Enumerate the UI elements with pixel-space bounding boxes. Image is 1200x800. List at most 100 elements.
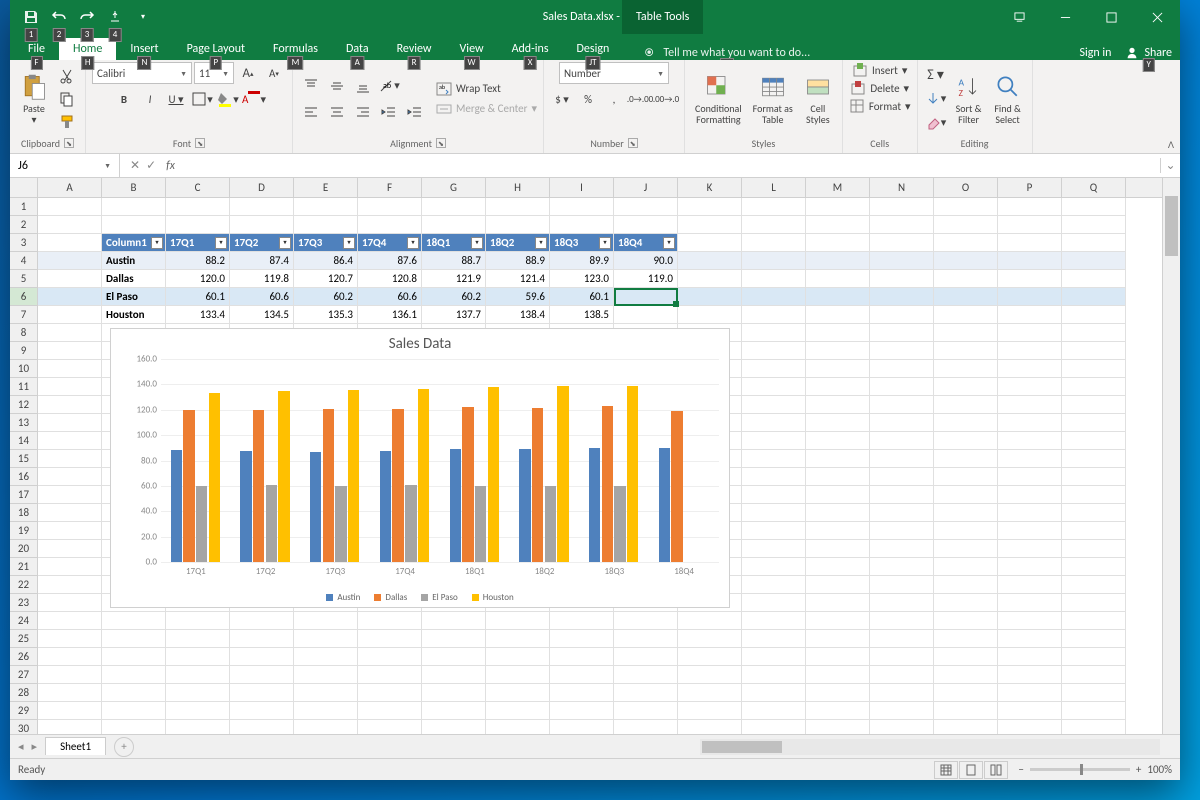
cell[interactable]: [870, 666, 934, 684]
tab-review[interactable]: ReviewR: [383, 38, 446, 60]
cell[interactable]: 120.7: [294, 270, 358, 288]
filter-icon[interactable]: ▾: [407, 237, 419, 249]
cell[interactable]: [870, 342, 934, 360]
cell[interactable]: 60.2: [422, 288, 486, 306]
tab-page-layout[interactable]: Page LayoutP: [173, 38, 259, 60]
cell[interactable]: [806, 468, 870, 486]
cell[interactable]: [166, 720, 230, 734]
cell[interactable]: [614, 288, 678, 306]
format-as-table-button[interactable]: Format as Table: [749, 64, 797, 134]
cell[interactable]: [38, 486, 102, 504]
cell[interactable]: [678, 720, 742, 734]
cell[interactable]: [38, 432, 102, 450]
cell[interactable]: [678, 234, 742, 252]
cell[interactable]: [998, 450, 1062, 468]
cell[interactable]: [806, 342, 870, 360]
cell[interactable]: [998, 342, 1062, 360]
cell[interactable]: [934, 198, 998, 216]
cell[interactable]: [934, 342, 998, 360]
cell[interactable]: [614, 720, 678, 734]
row-header[interactable]: 2: [10, 216, 37, 234]
cell[interactable]: [38, 324, 102, 342]
cell[interactable]: [550, 612, 614, 630]
cell[interactable]: [934, 288, 998, 306]
view-page-break-icon[interactable]: [984, 761, 1008, 779]
zoom-slider[interactable]: [1030, 768, 1130, 771]
formula-input[interactable]: [183, 154, 1160, 177]
cell[interactable]: [742, 396, 806, 414]
cell[interactable]: [422, 198, 486, 216]
cell[interactable]: [806, 630, 870, 648]
cell[interactable]: [678, 666, 742, 684]
cell[interactable]: 120.8: [358, 270, 422, 288]
cell[interactable]: [870, 270, 934, 288]
cell[interactable]: 138.4: [486, 306, 550, 324]
cell[interactable]: [742, 702, 806, 720]
cell[interactable]: [614, 684, 678, 702]
column-header[interactable]: A: [38, 178, 102, 197]
row-header[interactable]: 4: [10, 252, 37, 270]
sheet-tab-sheet1[interactable]: Sheet1: [45, 737, 106, 755]
cell[interactable]: [998, 396, 1062, 414]
cell[interactable]: [294, 702, 358, 720]
underline-button[interactable]: U ▾: [164, 88, 188, 110]
cell[interactable]: [934, 252, 998, 270]
cell[interactable]: 119.0: [614, 270, 678, 288]
cell[interactable]: [742, 558, 806, 576]
cell[interactable]: [934, 414, 998, 432]
cell[interactable]: [742, 576, 806, 594]
cell[interactable]: [934, 324, 998, 342]
cell[interactable]: [166, 666, 230, 684]
row-header[interactable]: 28: [10, 684, 37, 702]
cell[interactable]: [166, 684, 230, 702]
cell[interactable]: 86.4: [294, 252, 358, 270]
cell[interactable]: 60.1: [550, 288, 614, 306]
cell[interactable]: [870, 378, 934, 396]
cell[interactable]: 119.8: [230, 270, 294, 288]
cell[interactable]: [806, 288, 870, 306]
cell[interactable]: [294, 648, 358, 666]
cell[interactable]: [998, 234, 1062, 252]
filter-icon[interactable]: ▾: [663, 237, 675, 249]
cell[interactable]: 18Q1▾: [422, 234, 486, 252]
cell[interactable]: [806, 540, 870, 558]
cell[interactable]: [1062, 558, 1126, 576]
cell[interactable]: 18Q3▾: [550, 234, 614, 252]
cell[interactable]: [614, 666, 678, 684]
cell[interactable]: [294, 216, 358, 234]
cell[interactable]: [870, 360, 934, 378]
cell[interactable]: [1062, 306, 1126, 324]
cell[interactable]: [678, 270, 742, 288]
cell[interactable]: [38, 378, 102, 396]
cell[interactable]: [1062, 594, 1126, 612]
row-header[interactable]: 26: [10, 648, 37, 666]
cell[interactable]: [934, 432, 998, 450]
cell[interactable]: [742, 270, 806, 288]
cell[interactable]: [550, 216, 614, 234]
column-header[interactable]: M: [806, 178, 870, 197]
filter-icon[interactable]: ▾: [215, 237, 227, 249]
cell[interactable]: [934, 630, 998, 648]
row-header[interactable]: 11: [10, 378, 37, 396]
row-header[interactable]: 3: [10, 234, 37, 252]
cell[interactable]: [870, 558, 934, 576]
cell[interactable]: 88.2: [166, 252, 230, 270]
cell[interactable]: [358, 666, 422, 684]
cell[interactable]: [486, 648, 550, 666]
cell[interactable]: [1062, 486, 1126, 504]
cell[interactable]: [1062, 270, 1126, 288]
cell[interactable]: [998, 198, 1062, 216]
cell[interactable]: 138.5: [550, 306, 614, 324]
cell[interactable]: [38, 342, 102, 360]
cell[interactable]: [1062, 468, 1126, 486]
row-header[interactable]: 5: [10, 270, 37, 288]
cell[interactable]: [742, 540, 806, 558]
column-header[interactable]: L: [742, 178, 806, 197]
cell[interactable]: [678, 216, 742, 234]
column-header[interactable]: N: [870, 178, 934, 197]
cell[interactable]: 121.9: [422, 270, 486, 288]
cell[interactable]: [294, 720, 358, 734]
row-header[interactable]: 1: [10, 198, 37, 216]
row-header[interactable]: 24: [10, 612, 37, 630]
cell[interactable]: [806, 216, 870, 234]
